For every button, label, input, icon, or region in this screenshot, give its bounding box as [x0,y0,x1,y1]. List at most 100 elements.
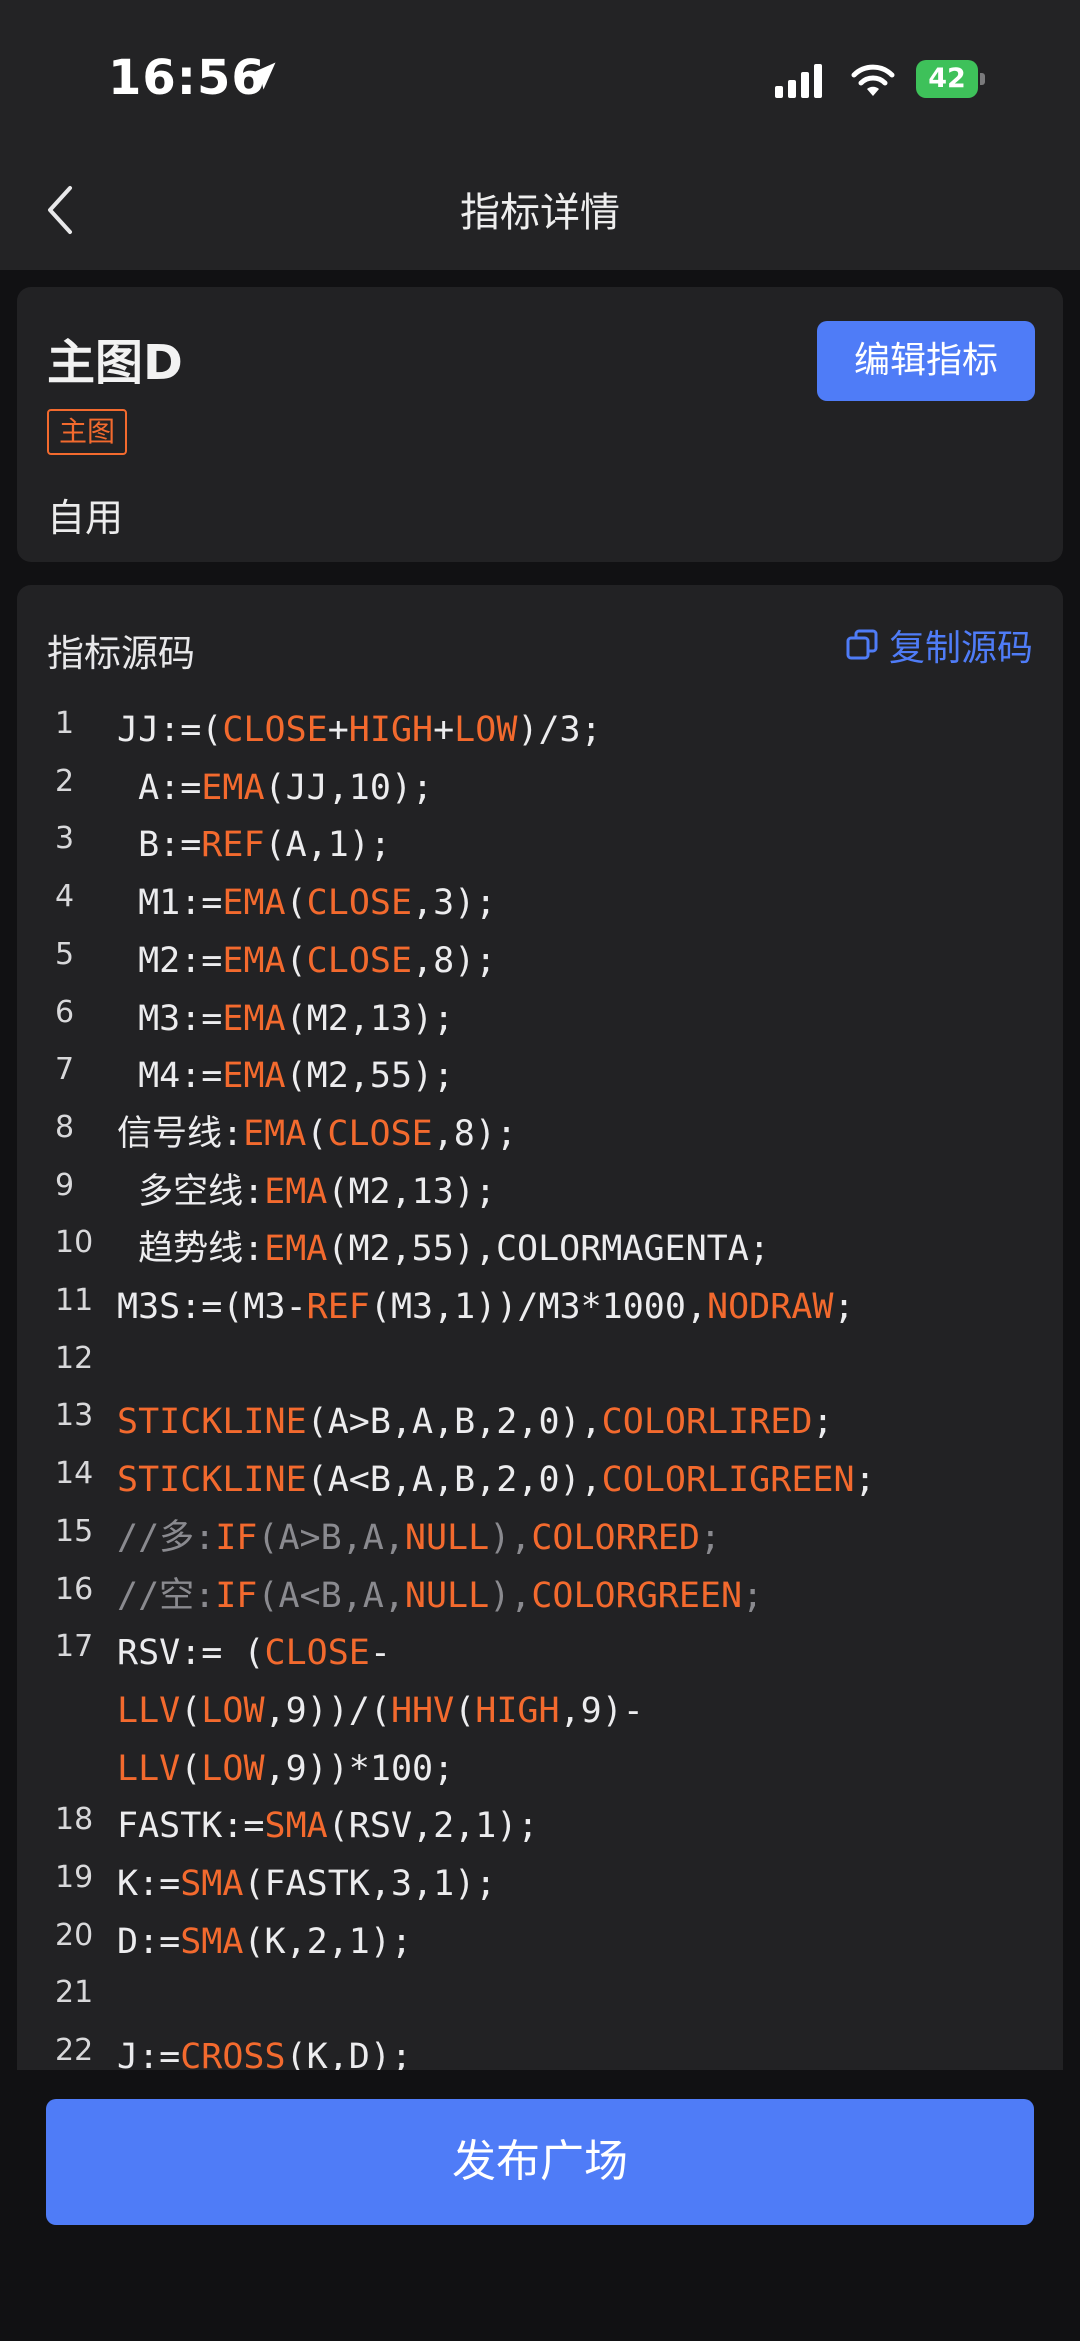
code-token: (FASTK,3,1); [243,1864,497,1905]
code-keyword: NULL [404,1517,490,1558]
code-keyword: CLOSE [306,940,413,981]
cellular-signal-icon [775,64,822,98]
status-time: 16:56 [108,50,266,106]
code-keyword: LLV [117,1690,181,1731]
line-number: 10 [55,1225,94,1261]
location-arrow-icon [248,62,276,90]
source-code-card: 指标源码 复制源码 1 JJ:=(CLOSE+HIGH+LOW)/3; 2 A:=E… [17,585,1063,2083]
code-token: ( [180,1748,202,1789]
code-keyword: CLOSE [306,883,413,924]
code-token: (A<B,A,B,2,0), [306,1460,602,1501]
line-number: 1 [55,706,75,741]
code-keyword: EMA [222,1056,286,1097]
page-title: 指标详情 [460,190,620,236]
code-comment: //多: [117,1517,216,1558]
code-token: (A,1); [264,825,391,866]
code-token: K:= [117,1864,181,1905]
code-line: 21 [17,1971,1063,2029]
code-keyword: LOW [201,1748,265,1789]
code-keyword: REF [201,825,265,866]
code-line: 12 [17,1337,1063,1395]
code-token: (M2,55); [285,1056,455,1097]
code-text: //空:IF(A<B,A,NULL),COLORGREEN; [115,1568,1063,1626]
code-text: B:=REF(A,1); [115,817,1063,875]
code-token: ,3); [412,883,497,924]
copy-icon [846,629,878,660]
code-comment: ), [489,1575,532,1616]
line-number: 8 [55,1109,75,1145]
line-number: 14 [55,1456,94,1492]
line-number: 17 [55,1629,94,1665]
code-keyword: CLOSE [264,1633,370,1674]
publish-to-square-button[interactable]: 发布广场 [46,2099,1034,2225]
copy-source-button[interactable]: 复制源码 [845,623,1033,669]
code-keyword: HHV [390,1690,455,1731]
code-token: D:= [117,1921,181,1962]
code-text: 多空线:EMA(M2,13); [115,1164,1063,1222]
wifi-icon [851,64,895,96]
code-line: 1 JJ:=(CLOSE+HIGH+LOW)/3; [17,702,1063,760]
code-keyword: SMA [264,1806,328,1847]
code-text: //多:IF(A>B,A,NULL),COLORRED; [115,1510,1063,1568]
code-keyword: SMA [180,1921,244,1962]
code-token: M3S:=(M3- [117,1287,307,1328]
code-token: (M3,1))/M3*1000, [369,1287,708,1328]
code-token: ( [285,883,307,924]
code-token: ,9)- [559,1690,644,1731]
code-line: 6 M3:=EMA(M2,13); [17,991,1063,1049]
indicator-info-card: 主图D 主图 自用 编辑指标 [17,287,1063,562]
code-token: RSV:= ( [117,1633,265,1674]
code-keyword: COLORGREEN [531,1575,743,1616]
code-line: 7 M4:=EMA(M2,55); [17,1048,1063,1106]
line-number: 19 [55,1860,94,1896]
code-text: JJ:=(CLOSE+HIGH+LOW)/3; [115,702,1063,760]
code-text: D:=SMA(K,2,1); [115,1914,1063,1972]
code-text: K:=SMA(FASTK,3,1); [115,1856,1063,1914]
indicator-type-tag: 主图 [47,409,128,455]
code-text: 趋势线:EMA(M2,55),COLORMAGENTA; [115,1221,1063,1279]
line-number: 4 [55,879,75,915]
code-keyword: EMA [222,883,286,924]
code-token: ; [833,1287,855,1328]
code-line: 17 RSV:= (CLOSE- LLV(LOW,9))/(HHV(HIGH,9)… [17,1625,1063,1798]
code-keyword: LOW [201,1690,265,1731]
battery-level: 42 [916,60,978,98]
edit-indicator-button[interactable]: 编辑指标 [817,321,1035,401]
code-token: 趋势线: [117,1229,265,1270]
code-text: 信号线:EMA(CLOSE,8); [115,1106,1063,1164]
code-keyword: SMA [180,1864,244,1905]
battery-cap [980,73,985,85]
code-keyword: EMA [201,767,265,808]
code-keyword: LOW [454,710,518,750]
code-token: ( [306,1113,328,1154]
code-line: 13 STICKLINE(A>B,A,B,2,0),COLORLIRED; [17,1394,1063,1452]
code-line: 14 STICKLINE(A<B,A,B,2,0),COLORLIGREEN; [17,1452,1063,1510]
line-number: 18 [55,1802,94,1838]
code-token: ,9))*100; [264,1748,455,1789]
code-token: JJ:=( [117,710,223,750]
code-keyword: IF [215,1575,258,1616]
code-keyword: EMA [243,1113,307,1154]
code-token: ,8); [432,1113,518,1154]
code-text: M3S:=(M3-REF(M3,1))/M3*1000,NODRAW; [115,1279,1063,1337]
indicator-title: 主图D [47,335,183,391]
code-token: - [369,1633,391,1674]
code-line: 18 FASTK:=SMA(RSV,2,1); [17,1798,1063,1856]
code-line: 10 趋势线:EMA(M2,55),COLORMAGENTA; [17,1221,1063,1279]
code-keyword: CLOSE [222,710,328,750]
code-keyword: COLORLIGREEN [601,1460,855,1501]
code-keyword: CLOSE [327,1113,433,1154]
line-number: 9 [55,1167,75,1203]
code-token: B:= [117,825,202,866]
code-keyword: LLV [117,1748,181,1789]
line-number: 3 [55,821,75,857]
code-token: ( [285,940,307,981]
code-line: 20 D:=SMA(K,2,1); [17,1914,1063,1972]
code-keyword: COLORLIRED [601,1402,813,1443]
code-keyword: HIGH [348,710,434,750]
code-token: ( [180,1690,202,1731]
status-bar: 16:56 42 [0,0,1080,150]
code-comment: (A<B,A, [257,1575,405,1616]
battery-indicator: 42 [916,60,986,98]
